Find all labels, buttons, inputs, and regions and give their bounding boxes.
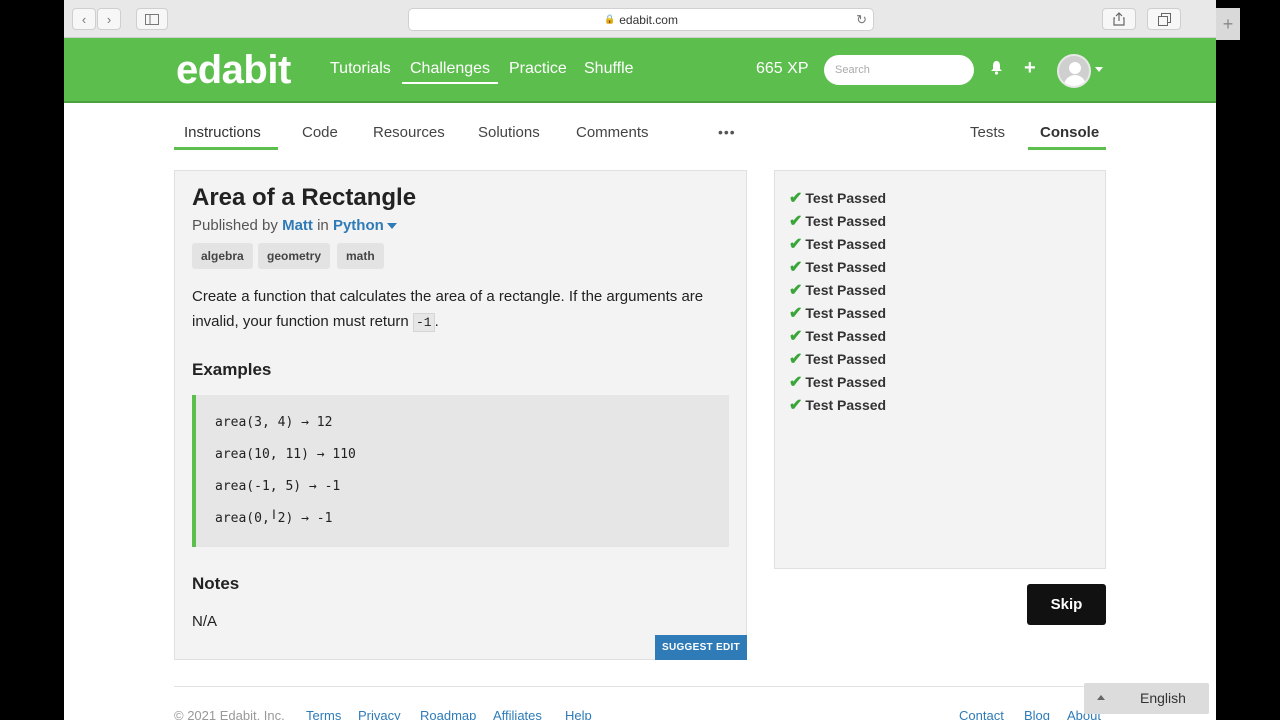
back-icon[interactable]: ‹ [72, 8, 96, 30]
plus-icon[interactable]: + [1024, 57, 1036, 80]
challenge-description: Create a function that calculates the ar… [192, 284, 737, 335]
challenge-title: Area of a Rectangle [192, 184, 417, 211]
test-result: ✔ Test Passed [789, 397, 887, 414]
skip-button[interactable]: Skip [1027, 584, 1106, 625]
checkmark-icon: ✔ [789, 213, 803, 230]
checkmark-icon: ✔ [789, 259, 803, 276]
description-code: -1 [412, 313, 435, 332]
tag-math[interactable]: math [337, 243, 384, 269]
checkmark-icon: ✔ [789, 328, 803, 345]
tab-solutions[interactable]: Solutions [478, 124, 540, 141]
test-result: ✔ Test Passed [789, 236, 887, 253]
console-tab-indicator [1028, 147, 1106, 150]
reload-icon[interactable]: ↻ [856, 12, 867, 28]
more-options-icon[interactable]: ••• [718, 124, 736, 140]
instructions-panel: Area of a Rectangle Published by Matt in… [174, 170, 747, 660]
notes-heading: Notes [192, 574, 240, 593]
tab-comments[interactable]: Comments [576, 124, 649, 141]
example-line: area(3, 4) → 12 [215, 415, 333, 430]
footer-divider [174, 686, 1106, 687]
lock-icon: 🔒 [604, 14, 616, 24]
search-input[interactable] [824, 55, 974, 85]
example-line: area(-1, 5) → -1 [215, 479, 341, 494]
nav-shuffle[interactable]: Shuffle [584, 60, 634, 78]
site-header: edabit Tutorials Challenges Practice Shu… [64, 38, 1216, 103]
description-end: . [434, 313, 439, 330]
checkmark-icon: ✔ [789, 305, 803, 322]
tab-console[interactable]: Console [1040, 124, 1099, 141]
language-label: English [1140, 690, 1186, 706]
footer-link-affiliates[interactable]: Affiliates [493, 708, 542, 720]
test-result: ✔ Test Passed [789, 190, 887, 207]
chevron-up-icon [1097, 695, 1105, 700]
published-line: Published by Matt in Python [192, 217, 397, 234]
description-text: Create a function that calculates the ar… [192, 288, 704, 330]
checkmark-icon: ✔ [789, 397, 803, 414]
test-result: ✔ Test Passed [789, 282, 887, 299]
sidebar-icon[interactable] [136, 8, 168, 30]
checkmark-icon: ✔ [789, 351, 803, 368]
console-panel: ✔ Test Passed ✔ Test Passed ✔ Test Passed ✔… [774, 170, 1106, 569]
tab-instructions[interactable]: Instructions [184, 124, 261, 141]
xp-counter[interactable]: 665 XP [756, 60, 808, 78]
suggest-edit-button[interactable]: SUGGEST EDIT [655, 635, 747, 660]
bell-icon[interactable] [990, 60, 1003, 80]
nav-practice[interactable]: Practice [509, 60, 567, 78]
footer-link-help[interactable]: Help [565, 708, 592, 720]
examples-heading: Examples [192, 360, 272, 379]
browser-window: ‹ › 🔒 edabit.com ↻ edabit Tutorials Chal… [64, 0, 1216, 720]
examples-code-block: area(3, 4) → 12 area(10, 11) → 110 area(… [192, 395, 729, 547]
language-link[interactable]: Python [333, 217, 384, 234]
text-cursor-icon: I [272, 506, 276, 522]
url-text: edabit.com [619, 12, 678, 27]
nav-challenges[interactable]: Challenges [402, 60, 499, 84]
tab-code[interactable]: Code [302, 124, 338, 141]
share-icon[interactable] [1102, 8, 1136, 30]
tab-tests[interactable]: Tests [970, 124, 1005, 141]
test-result: ✔ Test Passed [789, 213, 887, 230]
author-link[interactable]: Matt [282, 217, 313, 234]
published-prefix: Published by [192, 217, 278, 234]
avatar[interactable] [1057, 54, 1091, 88]
checkmark-icon: ✔ [789, 236, 803, 253]
footer-link-blog[interactable]: Blog [1024, 708, 1050, 720]
test-result: ✔ Test Passed [789, 351, 887, 368]
test-result: ✔ Test Passed [789, 374, 887, 391]
tag-algebra[interactable]: algebra [192, 243, 253, 269]
footer-link-terms[interactable]: Terms [306, 708, 341, 720]
test-result: ✔ Test Passed [789, 328, 887, 345]
nav-tutorials[interactable]: Tutorials [330, 60, 391, 78]
footer-copyright: © 2021 Edabit, Inc. [174, 708, 285, 720]
checkmark-icon: ✔ [789, 374, 803, 391]
checkmark-icon: ✔ [789, 190, 803, 207]
test-result: ✔ Test Passed [789, 305, 887, 322]
tab-active-indicator [174, 147, 278, 150]
test-result: ✔ Test Passed [789, 259, 887, 276]
footer-link-contact[interactable]: Contact [959, 708, 1004, 720]
checkmark-icon: ✔ [789, 282, 803, 299]
tabs-overview-icon[interactable] [1147, 8, 1181, 30]
language-selector[interactable]: English [1084, 683, 1209, 714]
browser-toolbar: ‹ › 🔒 edabit.com ↻ [64, 0, 1216, 38]
tag-geometry[interactable]: geometry [258, 243, 331, 269]
example-line: area(10, 11) → 110 [215, 447, 356, 462]
new-tab-icon[interactable]: + [1216, 8, 1240, 40]
edabit-logo[interactable]: edabit [176, 48, 291, 93]
footer-link-privacy[interactable]: Privacy [358, 708, 401, 720]
notes-text: N/A [192, 613, 218, 630]
chevron-down-icon[interactable] [1095, 67, 1103, 72]
footer-link-roadmap[interactable]: Roadmap [420, 708, 476, 720]
chevron-down-icon[interactable] [386, 223, 397, 230]
in-text: in [317, 217, 329, 234]
address-bar[interactable]: 🔒 edabit.com ↻ [408, 8, 874, 31]
forward-icon[interactable]: › [97, 8, 121, 30]
tab-resources[interactable]: Resources [373, 124, 445, 141]
